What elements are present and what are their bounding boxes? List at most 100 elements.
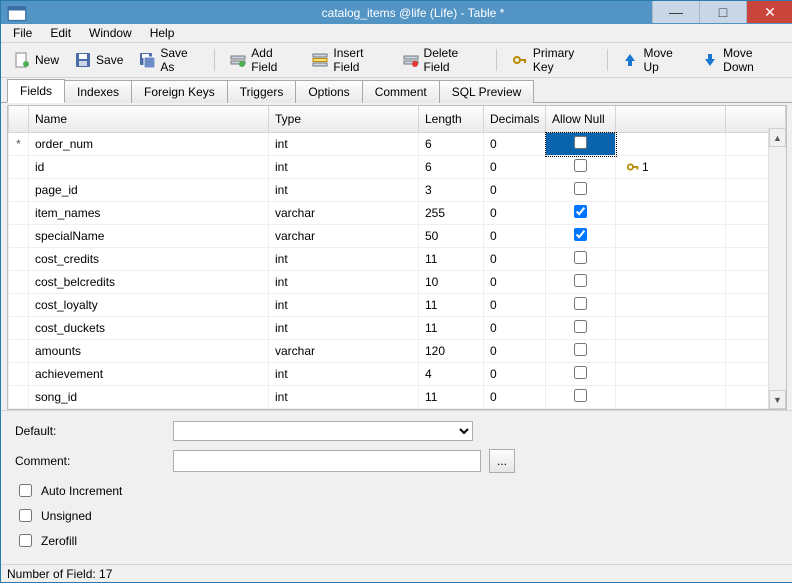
cell-name[interactable]: amounts [29, 340, 269, 363]
cell-name[interactable]: order_num [29, 133, 269, 156]
cell-type[interactable]: int [269, 179, 419, 202]
maximize-button[interactable]: □ [699, 1, 746, 23]
allow-null-checkbox[interactable] [574, 251, 587, 264]
cell-allow-null[interactable] [546, 248, 616, 271]
cell-name[interactable]: song_id [29, 386, 269, 409]
cell-allow-null[interactable] [546, 294, 616, 317]
cell-length[interactable]: 11 [419, 386, 484, 409]
new-button[interactable]: New [7, 48, 66, 72]
cell-type[interactable]: varchar [269, 202, 419, 225]
cell-decimals[interactable]: 0 [484, 363, 546, 386]
col-marker[interactable] [9, 106, 29, 133]
allow-null-checkbox[interactable] [574, 136, 587, 149]
cell-decimals[interactable]: 0 [484, 294, 546, 317]
table-row[interactable]: song_idint110 [9, 386, 786, 409]
table-row[interactable]: cost_belcreditsint100 [9, 271, 786, 294]
cell-type[interactable]: varchar [269, 225, 419, 248]
allow-null-checkbox[interactable] [574, 297, 587, 310]
cell-type[interactable]: int [269, 133, 419, 156]
cell-length[interactable]: 50 [419, 225, 484, 248]
cell-key[interactable] [616, 225, 726, 248]
allow-null-checkbox[interactable] [574, 343, 587, 356]
save-as-button[interactable]: Save As [132, 42, 206, 78]
cell-name[interactable]: id [29, 156, 269, 179]
table-row[interactable]: item_namesvarchar2550 [9, 202, 786, 225]
cell-type[interactable]: int [269, 156, 419, 179]
menu-window[interactable]: Window [81, 24, 140, 42]
cell-length[interactable]: 11 [419, 317, 484, 340]
col-key[interactable] [616, 106, 726, 133]
col-decimals[interactable]: Decimals [484, 106, 546, 133]
table-row[interactable]: page_idint30 [9, 179, 786, 202]
allow-null-checkbox[interactable] [574, 274, 587, 287]
cell-decimals[interactable]: 0 [484, 156, 546, 179]
allow-null-checkbox[interactable] [574, 320, 587, 333]
cell-key[interactable] [616, 294, 726, 317]
close-button[interactable]: ✕ [746, 1, 792, 23]
cell-name[interactable]: cost_loyalty [29, 294, 269, 317]
cell-decimals[interactable]: 0 [484, 340, 546, 363]
tab-indexes[interactable]: Indexes [64, 80, 132, 103]
comment-input[interactable] [173, 450, 481, 472]
col-type[interactable]: Type [269, 106, 419, 133]
scroll-down-arrow[interactable]: ▼ [769, 390, 786, 409]
cell-length[interactable]: 4 [419, 363, 484, 386]
table-row[interactable]: specialNamevarchar500 [9, 225, 786, 248]
cell-length[interactable]: 11 [419, 248, 484, 271]
save-button[interactable]: Save [68, 48, 130, 72]
tab-fields[interactable]: Fields [7, 79, 65, 103]
fields-grid[interactable]: Name Type Length Decimals Allow Null *or… [8, 106, 786, 409]
cell-key[interactable] [616, 179, 726, 202]
default-select[interactable] [173, 421, 473, 441]
primary-key-button[interactable]: Primary Key [505, 42, 599, 78]
allow-null-checkbox[interactable] [574, 182, 587, 195]
cell-length[interactable]: 6 [419, 133, 484, 156]
insert-field-button[interactable]: Insert Field [305, 42, 393, 78]
cell-decimals[interactable]: 0 [484, 202, 546, 225]
cell-decimals[interactable]: 0 [484, 225, 546, 248]
cell-decimals[interactable]: 0 [484, 179, 546, 202]
vertical-scrollbar[interactable]: ▲ ▼ [768, 128, 786, 409]
table-row[interactable]: cost_loyaltyint110 [9, 294, 786, 317]
allow-null-checkbox[interactable] [574, 205, 587, 218]
table-row[interactable]: *order_numint60 [9, 133, 786, 156]
cell-allow-null[interactable] [546, 225, 616, 248]
cell-name[interactable]: cost_belcredits [29, 271, 269, 294]
menu-edit[interactable]: Edit [42, 24, 79, 42]
cell-key[interactable] [616, 202, 726, 225]
auto-increment-checkbox[interactable] [19, 484, 32, 497]
table-row[interactable]: cost_ducketsint110 [9, 317, 786, 340]
cell-type[interactable]: int [269, 386, 419, 409]
unsigned-checkbox[interactable] [19, 509, 32, 522]
cell-type[interactable]: int [269, 363, 419, 386]
allow-null-checkbox[interactable] [574, 389, 587, 402]
allow-null-checkbox[interactable] [574, 228, 587, 241]
cell-key[interactable] [616, 317, 726, 340]
cell-key[interactable]: 1 [616, 156, 726, 179]
col-length[interactable]: Length [419, 106, 484, 133]
cell-allow-null[interactable] [546, 179, 616, 202]
cell-key[interactable] [616, 340, 726, 363]
cell-allow-null[interactable] [546, 271, 616, 294]
allow-null-checkbox[interactable] [574, 159, 587, 172]
minimize-button[interactable]: — [652, 1, 699, 23]
cell-name[interactable]: page_id [29, 179, 269, 202]
add-field-button[interactable]: Add Field [223, 42, 303, 78]
zerofill-checkbox[interactable] [19, 534, 32, 547]
tab-foreign-keys[interactable]: Foreign Keys [131, 80, 228, 103]
cell-length[interactable]: 6 [419, 156, 484, 179]
col-name[interactable]: Name [29, 106, 269, 133]
cell-length[interactable]: 255 [419, 202, 484, 225]
cell-decimals[interactable]: 0 [484, 133, 546, 156]
scroll-up-arrow[interactable]: ▲ [769, 128, 786, 147]
cell-type[interactable]: int [269, 248, 419, 271]
cell-type[interactable]: int [269, 294, 419, 317]
cell-type[interactable]: int [269, 317, 419, 340]
cell-allow-null[interactable] [546, 156, 616, 179]
table-row[interactable]: idint60 1 [9, 156, 786, 179]
cell-allow-null[interactable] [546, 386, 616, 409]
cell-type[interactable]: int [269, 271, 419, 294]
cell-allow-null[interactable] [546, 363, 616, 386]
cell-length[interactable]: 120 [419, 340, 484, 363]
cell-name[interactable]: achievement [29, 363, 269, 386]
